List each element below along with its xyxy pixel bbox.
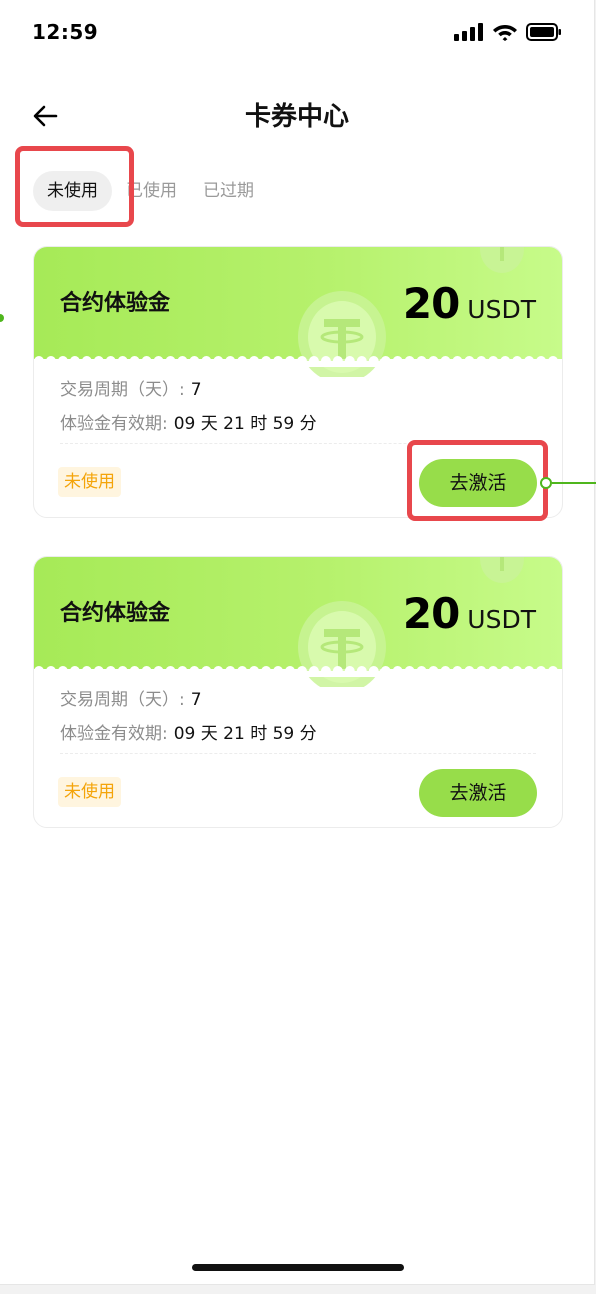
trade-cycle-row: 交易周期（天）: 7: [60, 375, 202, 400]
annotation-connector-line: [552, 482, 596, 484]
wifi-icon: [493, 25, 517, 41]
coupon-name: 合约体验金: [60, 291, 171, 316]
trade-cycle-label: 交易周期（天）:: [60, 380, 185, 400]
validity-label: 体验金有效期:: [60, 414, 168, 434]
coupon-card: 合约体验金 20 USDT 交易周期（天）: 7 体验金有效期: 09 天 21 时…: [33, 246, 563, 518]
status-time: 12:59: [32, 20, 99, 44]
coupon-amount-group: 20 USDT: [403, 279, 536, 328]
page-title: 卡券中心: [244, 102, 349, 132]
phone-screen: 12:59 卡券中心 未使用 已使用 已过期 合约体验金 20 USDT 交易周…: [0, 0, 596, 1285]
status-badge: 未使用: [58, 467, 121, 497]
coupon-divider: [60, 443, 536, 444]
coupon-amount: 20: [402, 279, 460, 328]
usdt-coin-small-icon: [480, 247, 524, 273]
validity-value: 09 天 21 时 59 分: [173, 414, 317, 434]
tab-used[interactable]: 已使用: [116, 171, 187, 211]
tab-bar: 未使用 已使用 已过期: [33, 171, 270, 211]
validity-value: 09 天 21 时 59 分: [173, 724, 317, 744]
status-badge: 未使用: [58, 777, 121, 807]
coupon-unit: USDT: [467, 605, 536, 634]
annotation-connector-dot: [540, 477, 552, 489]
activate-button[interactable]: 去激活: [419, 459, 537, 507]
status-icons: [454, 22, 562, 41]
coupon-amount-group: 20 USDT: [403, 589, 536, 638]
validity-label: 体验金有效期:: [60, 724, 168, 744]
validity-row: 体验金有效期: 09 天 21 时 59 分: [60, 719, 317, 744]
trade-cycle-label: 交易周期（天）:: [60, 690, 185, 710]
coupon-card: 合约体验金 20 USDT 交易周期（天）: 7 体验金有效期: 09 天 21 时…: [33, 556, 563, 828]
annotation-edge-marker: [0, 314, 4, 322]
activate-button[interactable]: 去激活: [419, 769, 537, 817]
coupon-unit: USDT: [467, 295, 536, 324]
usdt-coin-small-icon: [480, 557, 524, 583]
tab-expired[interactable]: 已过期: [193, 171, 264, 211]
signal-icon: [454, 22, 483, 41]
coupon-amount: 20: [402, 589, 460, 638]
battery-icon: [526, 22, 561, 41]
coupon-perforation: [34, 356, 562, 367]
tab-unused[interactable]: 未使用: [33, 171, 112, 211]
coupon-perforation: [34, 666, 562, 677]
home-indicator: [192, 1264, 404, 1271]
trade-cycle-value: 7: [190, 690, 202, 710]
trade-cycle-value: 7: [190, 380, 202, 400]
coupon-name: 合约体验金: [60, 601, 171, 626]
coupon-divider: [60, 753, 536, 754]
validity-row: 体验金有效期: 09 天 21 时 59 分: [60, 409, 317, 434]
trade-cycle-row: 交易周期（天）: 7: [60, 685, 202, 710]
